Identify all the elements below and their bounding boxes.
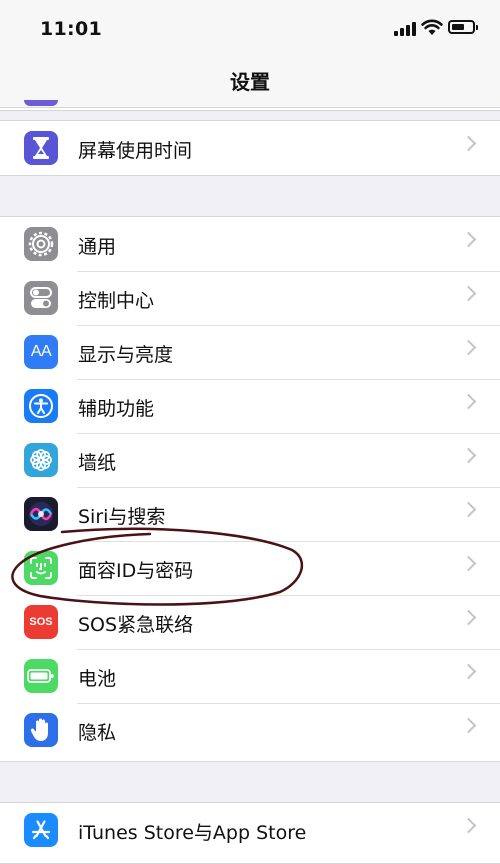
page-title: 设置 <box>230 70 270 94</box>
row-control-center[interactable]: 控制中心 <box>0 271 500 325</box>
row-screen-time[interactable]: 屏幕使用时间 <box>0 121 500 175</box>
row-emergency-sos[interactable]: SOS SOS紧急联络 <box>0 595 500 649</box>
row-privacy[interactable]: 隐私 <box>0 703 500 757</box>
row-siri-search[interactable]: Siri与搜索 <box>0 487 500 541</box>
text-size-icon: AA <box>24 335 58 369</box>
cellular-signal-icon <box>394 22 418 36</box>
app-store-icon <box>24 813 58 847</box>
gear-icon <box>24 227 58 261</box>
row-face-id-passcode[interactable]: 面容ID与密码 <box>0 541 500 595</box>
sos-glyph: SOS <box>29 616 53 628</box>
siri-icon <box>24 497 58 531</box>
row-label: 辅助功能 <box>78 398 155 420</box>
partial-icon <box>24 100 58 106</box>
row-general[interactable]: 通用 <box>0 217 500 271</box>
chevron-right-icon <box>460 555 477 572</box>
chevron-right-icon <box>460 609 477 626</box>
row-label: 通用 <box>78 236 117 258</box>
chevron-right-icon <box>460 501 477 518</box>
wifi-icon <box>421 19 443 35</box>
face-id-icon <box>24 551 58 585</box>
navigation-bar: 设置 <box>0 60 500 108</box>
battery-icon <box>24 659 58 693</box>
row-label: iTunes Store与App Store <box>78 822 307 844</box>
chevron-right-icon <box>460 339 477 356</box>
battery-status-icon <box>448 20 475 34</box>
settings-group-main: 通用 控制中心 AA 显示与亮度 辅助功能 墙纸 Siri与搜索 面容ID与密码… <box>0 216 500 762</box>
sos-icon: SOS <box>24 605 58 639</box>
chevron-right-icon <box>460 447 477 464</box>
row-label: 控制中心 <box>78 290 155 312</box>
row-label: 电池 <box>78 668 117 690</box>
row-label: 显示与亮度 <box>78 344 174 366</box>
row-label: 面容ID与密码 <box>78 560 194 582</box>
row-label: 隐私 <box>78 722 117 744</box>
status-bar: 11:01 <box>0 0 500 60</box>
row-itunes-app-store[interactable]: iTunes Store与App Store <box>0 803 500 857</box>
chevron-right-icon <box>460 663 477 680</box>
row-wallpaper[interactable]: 墙纸 <box>0 433 500 487</box>
chevron-right-icon <box>460 135 477 152</box>
settings-group-stores: iTunes Store与App Store <box>0 802 500 864</box>
chevron-right-icon <box>460 717 477 734</box>
row-label: Siri与搜索 <box>78 506 166 528</box>
battery-cap <box>476 25 478 30</box>
row-label: 屏幕使用时间 <box>78 140 193 162</box>
row-accessibility[interactable]: 辅助功能 <box>0 379 500 433</box>
settings-group-screen-time: 屏幕使用时间 <box>0 120 500 176</box>
aa-glyph: AA <box>30 343 52 360</box>
previous-group-peek <box>0 108 500 111</box>
chevron-right-icon <box>460 817 477 834</box>
flower-icon <box>24 443 58 477</box>
hand-icon <box>24 713 58 747</box>
chevron-right-icon <box>460 285 477 302</box>
row-display-brightness[interactable]: AA 显示与亮度 <box>0 325 500 379</box>
row-label: 墙纸 <box>78 452 117 474</box>
accessibility-icon <box>24 389 58 423</box>
status-time: 11:01 <box>40 18 102 40</box>
chevron-right-icon <box>460 231 477 248</box>
row-battery[interactable]: 电池 <box>0 649 500 703</box>
row-label: SOS紧急联络 <box>78 614 194 636</box>
toggles-icon <box>24 281 58 315</box>
chevron-right-icon <box>460 393 477 410</box>
hourglass-icon <box>24 131 58 165</box>
